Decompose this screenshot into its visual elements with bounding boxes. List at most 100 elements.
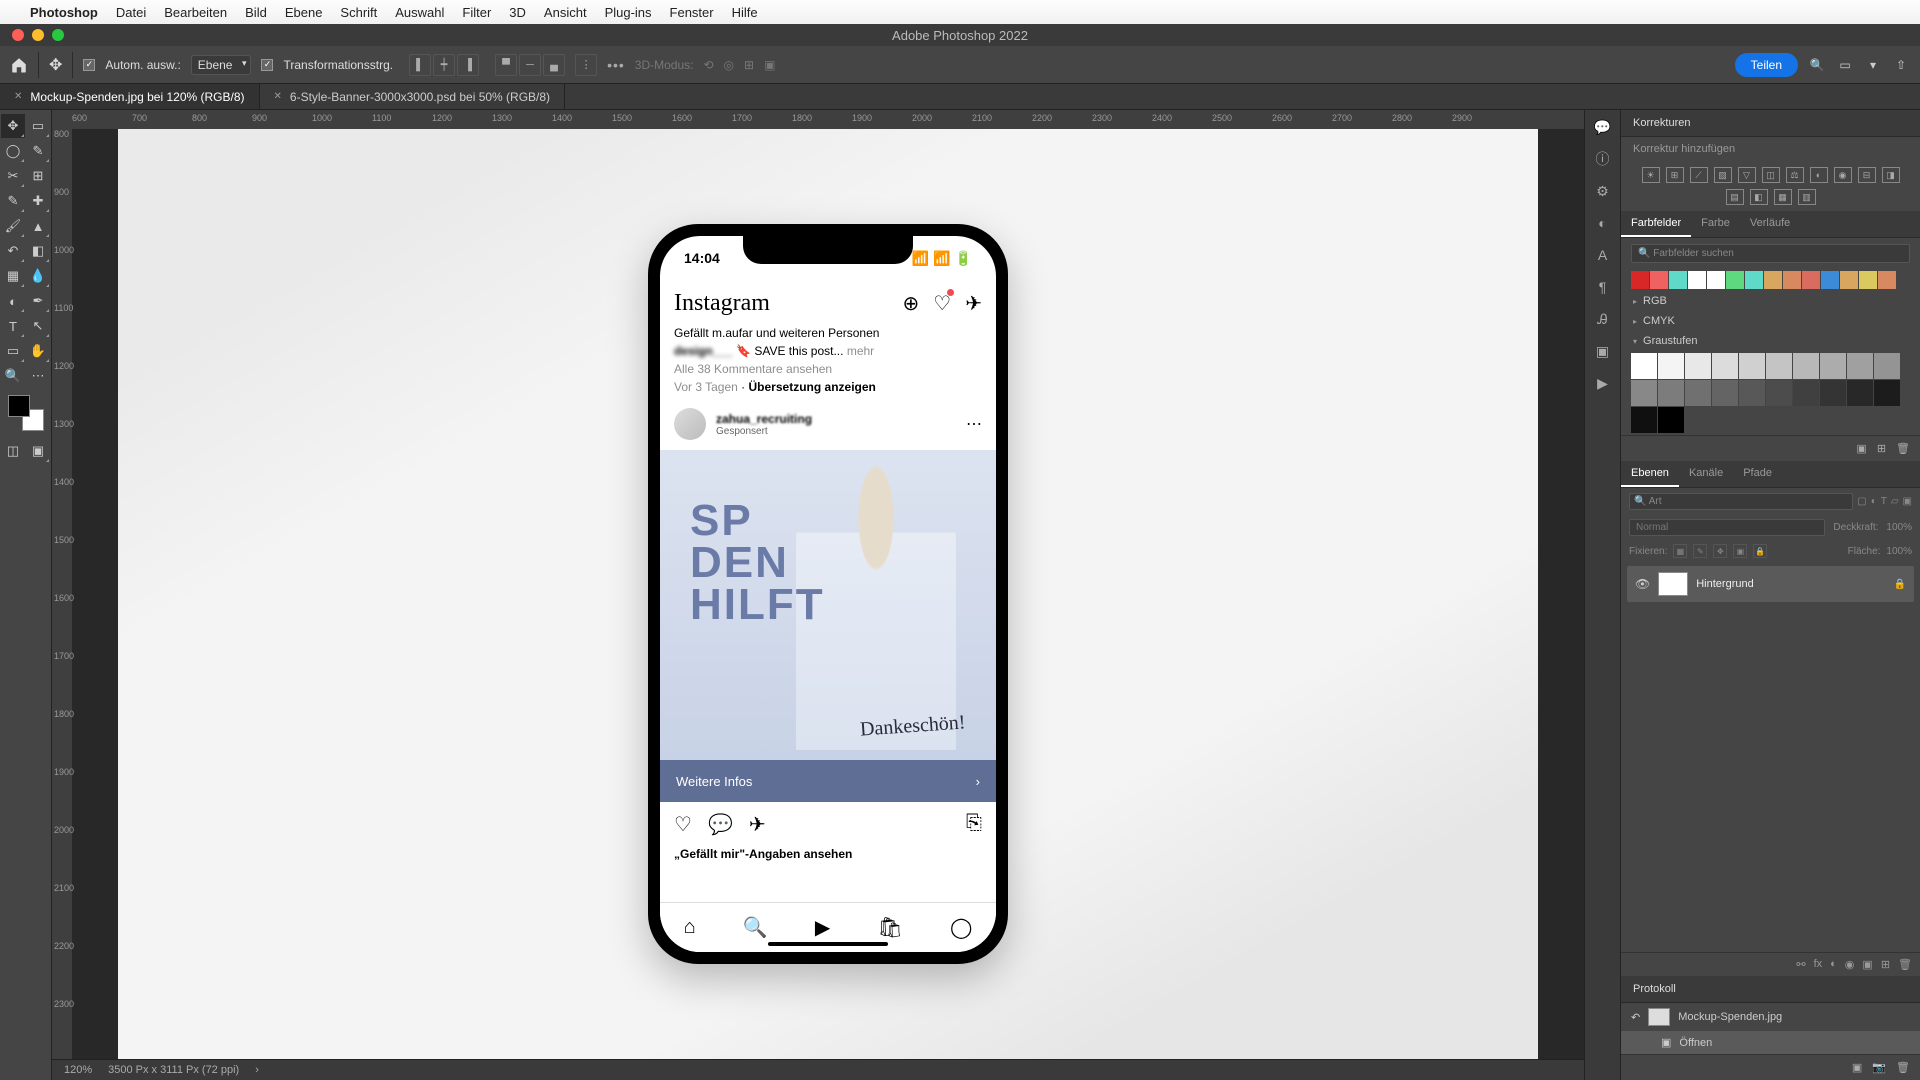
delete-layer-icon[interactable]: 🗑 (1898, 958, 1912, 971)
history-document[interactable]: ↶ Mockup-Spenden.jpg (1621, 1003, 1920, 1031)
menu-file[interactable]: Datei (116, 5, 146, 20)
gradient-tool[interactable]: ▦ (1, 264, 25, 288)
gray-swatch[interactable] (1847, 380, 1873, 406)
tab-active[interactable]: ✕ Mockup-Spenden.jpg bei 120% (RGB/8) (0, 84, 260, 109)
workspace-icon[interactable]: ▭ (1836, 56, 1854, 74)
zoom-level[interactable]: 120% (64, 1064, 92, 1076)
filter-type-icon[interactable]: T (1881, 496, 1887, 507)
swatch[interactable] (1783, 271, 1801, 289)
eyedropper-tool[interactable]: ✎ (1, 189, 25, 213)
tab-layers[interactable]: Ebenen (1621, 461, 1679, 487)
adjustment-layer-icon[interactable]: ◉ (1845, 958, 1855, 971)
brush-tool[interactable]: 🖌 (1, 214, 25, 238)
swatch[interactable] (1631, 271, 1649, 289)
gray-swatch[interactable] (1631, 407, 1657, 433)
gray-swatch[interactable] (1766, 380, 1792, 406)
app-name[interactable]: Photoshop (30, 5, 98, 20)
gray-swatch[interactable] (1793, 353, 1819, 379)
tab-gradients[interactable]: Verläufe (1740, 211, 1800, 237)
pen-tool[interactable]: ✒ (26, 289, 50, 313)
gray-swatch[interactable] (1631, 380, 1657, 406)
folder-rgb[interactable]: RGB (1621, 291, 1920, 311)
close-button[interactable] (12, 29, 24, 41)
quick-mask-tool[interactable]: ◫ (1, 439, 25, 463)
glyphs-icon[interactable]: Ꭿ (1594, 310, 1612, 328)
eraser-tool[interactable]: ◧ (26, 239, 50, 263)
swatch[interactable] (1650, 271, 1668, 289)
selective-color-icon[interactable]: ▥ (1798, 189, 1816, 205)
align-bottom-icon[interactable]: ▄ (543, 54, 565, 76)
ruler-vertical[interactable]: 8009001000110012001300140015001600170018… (52, 129, 72, 1059)
frame-tool[interactable]: ⊞ (26, 164, 50, 188)
menu-window[interactable]: Fenster (670, 5, 714, 20)
filter-smart-icon[interactable]: ▣ (1903, 496, 1912, 507)
swatch[interactable] (1764, 271, 1782, 289)
actions-icon[interactable]: ▶ (1594, 374, 1612, 392)
color-balance-icon[interactable]: ⚖ (1786, 167, 1804, 183)
layer-name[interactable]: Hintergrund (1696, 578, 1885, 590)
lasso-tool[interactable]: ◯ (1, 139, 25, 163)
lock-all-icon[interactable]: 🔒 (1753, 544, 1767, 558)
lock-transparency-icon[interactable]: ▦ (1673, 544, 1687, 558)
history-step[interactable]: ▣ Öffnen (1621, 1031, 1920, 1054)
gray-swatch[interactable] (1874, 353, 1900, 379)
path-tool[interactable]: ↖ (26, 314, 50, 338)
lock-pixels-icon[interactable]: ✎ (1693, 544, 1707, 558)
new-group-icon[interactable]: ▣ (1856, 442, 1866, 455)
channel-mixer-icon[interactable]: ⊟ (1858, 167, 1876, 183)
align-left-icon[interactable]: ▌ (409, 54, 431, 76)
gray-swatch[interactable] (1793, 380, 1819, 406)
swatch[interactable] (1688, 271, 1706, 289)
menu-image[interactable]: Bild (245, 5, 267, 20)
link-icon[interactable]: ⚯ (1796, 958, 1805, 971)
blur-tool[interactable]: 💧 (26, 264, 50, 288)
doc-dimensions[interactable]: 3500 Px x 3111 Px (72 ppi) (108, 1064, 239, 1076)
bw-icon[interactable]: ◐ (1810, 167, 1828, 183)
auto-select-dropdown[interactable]: Ebene (191, 55, 252, 75)
artboard-tool[interactable]: ▭ (26, 114, 50, 138)
menu-3d[interactable]: 3D (509, 5, 526, 20)
swatch[interactable] (1669, 271, 1687, 289)
menu-layer[interactable]: Ebene (285, 5, 323, 20)
search-icon[interactable]: 🔍 (1808, 56, 1826, 74)
zoom-tool[interactable]: 🔍 (1, 364, 25, 388)
delete-swatch-icon[interactable]: 🗑 (1896, 442, 1910, 455)
gray-swatch[interactable] (1820, 353, 1846, 379)
folder-cmyk[interactable]: CMYK (1621, 311, 1920, 331)
lock-artboard-icon[interactable]: ▣ (1733, 544, 1747, 558)
color-swatches[interactable] (8, 395, 44, 431)
history-brush-icon[interactable]: ↶ (1631, 1011, 1640, 1024)
more-options-icon[interactable]: ••• (607, 57, 625, 73)
tab-swatches[interactable]: Farbfelder (1621, 211, 1691, 237)
gray-swatch[interactable] (1658, 380, 1684, 406)
gray-swatch[interactable] (1685, 380, 1711, 406)
shape-tool[interactable]: ▭ (1, 339, 25, 363)
layer-thumbnail[interactable] (1658, 572, 1688, 596)
gray-swatch[interactable] (1712, 353, 1738, 379)
layer-background[interactable]: 👁 Hintergrund 🔒 (1627, 566, 1914, 602)
comments-icon[interactable]: 💬 (1594, 118, 1612, 136)
filter-pixel-icon[interactable]: ▢ (1857, 496, 1866, 507)
align-right-icon[interactable]: ▐ (457, 54, 479, 76)
canvas[interactable]: 14:04 📶 📶 🔋 Instagram ⊕ ♡ ✈ Gefällt m.au… (72, 129, 1584, 1059)
close-tab-icon[interactable]: ✕ (274, 91, 282, 102)
ruler-horizontal[interactable]: 6007008009001000110012001300140015001600… (52, 110, 1584, 129)
history-brush-tool[interactable]: ↶ (1, 239, 25, 263)
swatch-search[interactable]: 🔍 Farbfelder suchen (1631, 244, 1910, 263)
exposure-icon[interactable]: ▨ (1714, 167, 1732, 183)
gray-swatch[interactable] (1847, 353, 1873, 379)
status-chevron-icon[interactable]: › (255, 1064, 259, 1076)
threshold-icon[interactable]: ◧ (1750, 189, 1768, 205)
workspace-switcher-icon[interactable]: ▾ (1864, 56, 1882, 74)
swatch[interactable] (1707, 271, 1725, 289)
new-layer-icon[interactable]: ⊞ (1881, 958, 1890, 971)
share-export-icon[interactable]: ⇧ (1892, 56, 1910, 74)
levels-icon[interactable]: ⊞ (1666, 167, 1684, 183)
dodge-tool[interactable]: ◐ (1, 289, 25, 313)
visibility-icon[interactable]: 👁 (1635, 577, 1650, 591)
auto-select-checkbox[interactable]: ✓ (83, 59, 95, 71)
lock-icon[interactable]: 🔒 (1894, 579, 1906, 590)
gray-swatch[interactable] (1658, 353, 1684, 379)
swatch[interactable] (1745, 271, 1763, 289)
group-icon[interactable]: ▣ (1862, 958, 1872, 971)
